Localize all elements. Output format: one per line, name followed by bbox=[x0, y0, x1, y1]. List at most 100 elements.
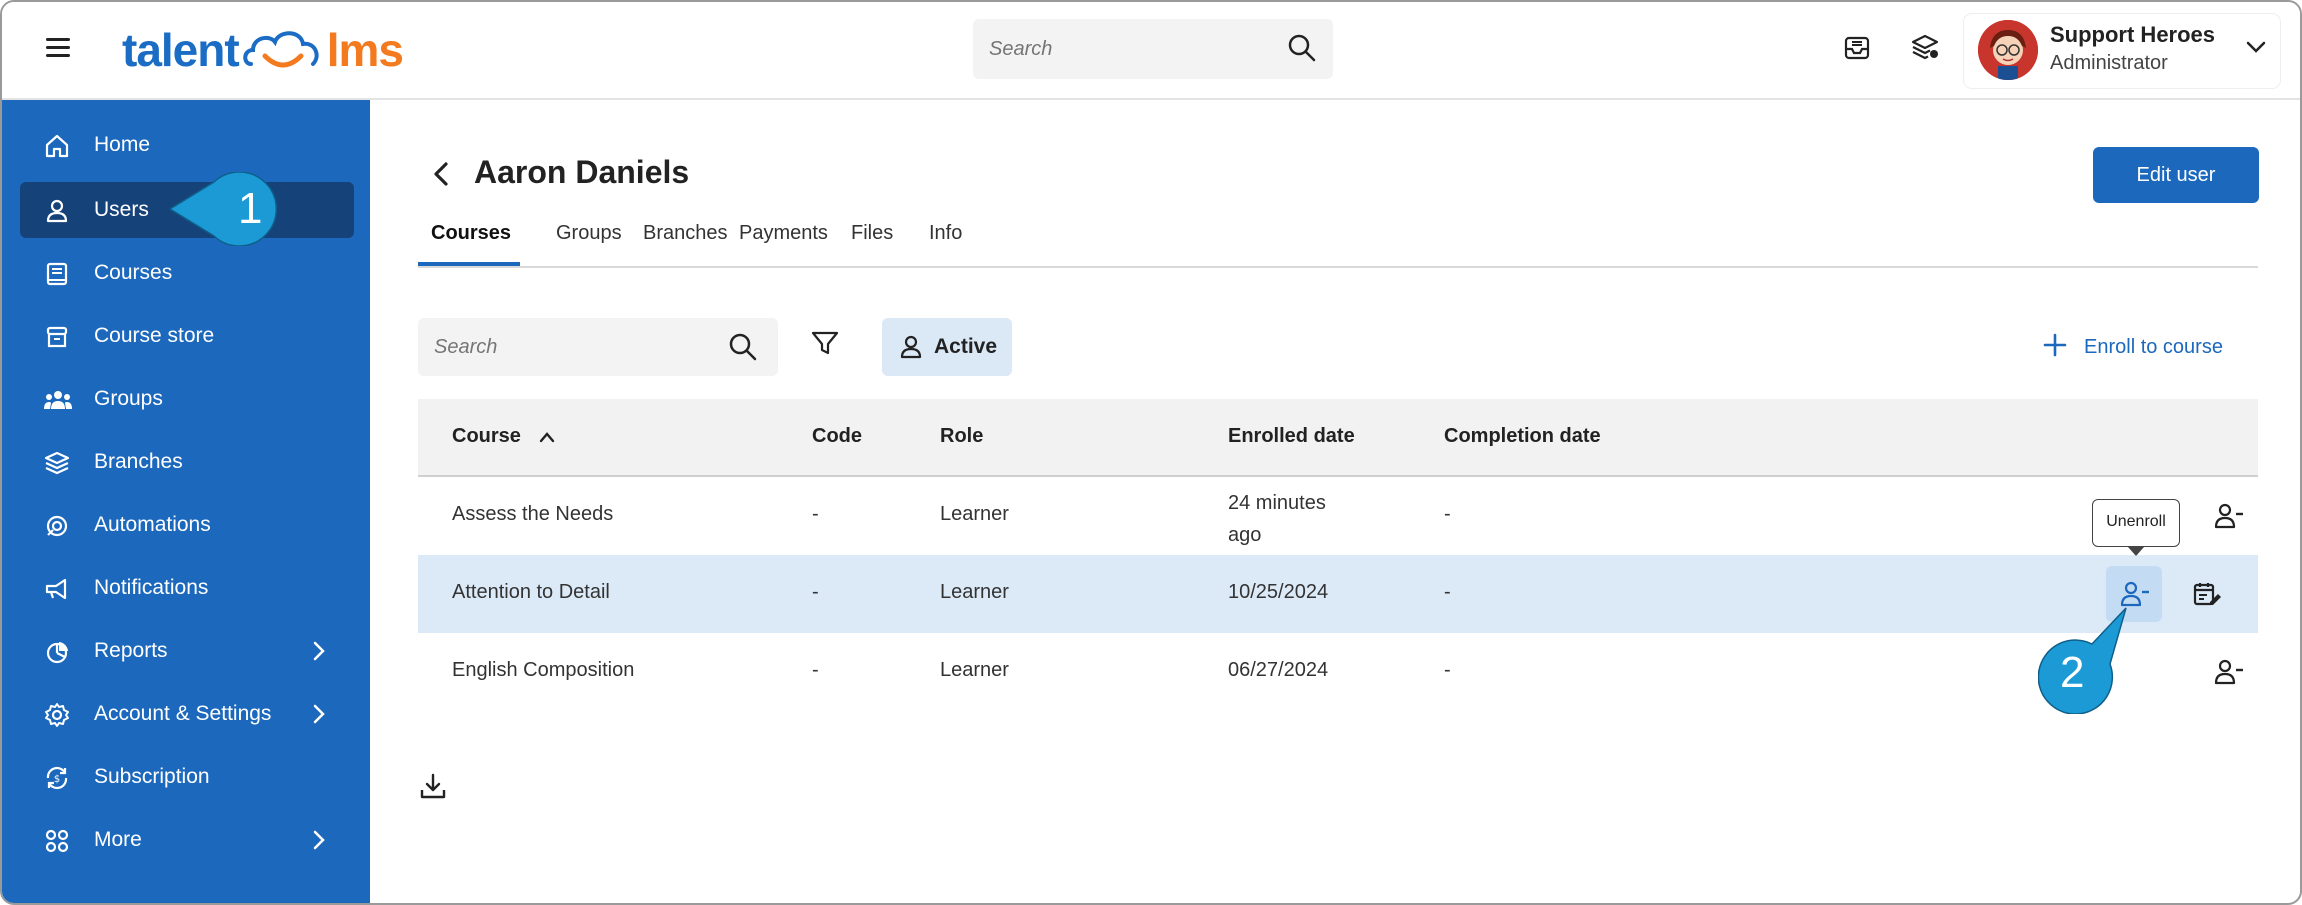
avatar bbox=[1978, 20, 2038, 80]
enroll-to-course-label: Enroll to course bbox=[2084, 336, 2223, 358]
user-icon bbox=[898, 334, 924, 365]
app-window: talent lms Search Support Heroes Adminis… bbox=[0, 0, 2302, 905]
back-arrow-icon[interactable] bbox=[428, 160, 456, 188]
logo[interactable]: talent lms bbox=[122, 20, 404, 80]
user-icon bbox=[44, 198, 70, 224]
edit-enrollment-button[interactable] bbox=[2178, 566, 2234, 622]
search-icon[interactable] bbox=[1287, 33, 1317, 68]
sidebar-item-label: Account & Settings bbox=[94, 702, 272, 725]
step-callout-1: 1 bbox=[168, 171, 290, 247]
cell-completion-date: - bbox=[1444, 581, 1451, 603]
search-icon[interactable] bbox=[728, 332, 758, 367]
global-search-input[interactable] bbox=[989, 33, 1269, 65]
megaphone-icon bbox=[44, 576, 70, 602]
sidebar-item-label: Reports bbox=[94, 639, 168, 662]
cell-course: Assess the Needs bbox=[452, 503, 614, 525]
column-header-enrolled-date[interactable]: Enrolled date bbox=[1228, 425, 1355, 448]
unenroll-button[interactable] bbox=[2200, 488, 2256, 544]
download-icon[interactable] bbox=[418, 772, 454, 808]
sidebar-item-groups[interactable]: Groups bbox=[20, 371, 354, 427]
cell-enrolled-date-line: ago bbox=[1228, 524, 1262, 546]
tab-files[interactable]: Files bbox=[851, 222, 893, 245]
menu-icon[interactable] bbox=[46, 36, 74, 60]
status-filter-label: Active bbox=[934, 335, 998, 358]
course-search-input[interactable] bbox=[434, 330, 704, 364]
chevron-right-icon bbox=[312, 704, 326, 730]
cell-code: - bbox=[812, 503, 819, 525]
user-role: Administrator bbox=[2050, 52, 2168, 74]
sidebar-item-more[interactable]: More bbox=[20, 812, 354, 868]
step-callout-number: 1 bbox=[238, 184, 263, 233]
subscription-icon: $ bbox=[44, 765, 70, 791]
table-row[interactable]: Attention to Detail - Learner 10/25/2024… bbox=[418, 555, 2258, 633]
user-name: Support Heroes bbox=[2050, 22, 2216, 47]
cell-enrolled-date: 24 minutes ago bbox=[1228, 487, 1326, 551]
main-content: Aaron Daniels Edit user Courses Groups B… bbox=[370, 100, 2300, 903]
column-header-role[interactable]: Role bbox=[940, 425, 983, 448]
status-filter-active[interactable]: Active bbox=[882, 318, 1012, 376]
sidebar-item-label: More bbox=[94, 828, 142, 851]
cell-role: Learner bbox=[940, 659, 1009, 681]
sidebar-item-courses[interactable]: Courses bbox=[20, 245, 354, 301]
sidebar-item-automations[interactable]: Automations bbox=[20, 497, 354, 553]
sidebar-item-branches[interactable]: Branches bbox=[20, 434, 354, 490]
column-header-completion-date[interactable]: Completion date bbox=[1444, 425, 1601, 448]
sidebar-item-label: Home bbox=[94, 133, 151, 156]
tab-info[interactable]: Info bbox=[929, 222, 962, 245]
sidebar-item-reports[interactable]: Reports bbox=[20, 623, 354, 679]
cloud-logo-icon bbox=[242, 31, 319, 68]
column-header-code[interactable]: Code bbox=[812, 425, 862, 448]
sidebar-item-course-store[interactable]: Course store bbox=[20, 308, 354, 364]
layers-icon bbox=[44, 450, 70, 476]
cell-enrolled-date: 06/27/2024 bbox=[1228, 659, 1329, 681]
table-row[interactable]: Assess the Needs - Learner 24 minutes ag… bbox=[418, 477, 2258, 555]
column-header-course[interactable]: Course bbox=[452, 425, 556, 448]
cell-role: Learner bbox=[940, 581, 1009, 603]
cell-completion-date: - bbox=[1444, 659, 1451, 681]
sidebar-item-label: Users bbox=[94, 198, 149, 221]
unenroll-tooltip: Unenroll bbox=[2092, 499, 2180, 547]
cell-enrolled-date-line: 24 minutes bbox=[1228, 492, 1326, 514]
tab-payments[interactable]: Payments bbox=[739, 222, 828, 245]
page-title: Aaron Daniels bbox=[474, 154, 690, 190]
step-callout-number: 2 bbox=[2060, 648, 2085, 697]
course-search bbox=[418, 318, 778, 376]
sidebar-item-label: Subscription bbox=[94, 765, 210, 788]
store-icon bbox=[44, 324, 70, 350]
stack-settings-icon[interactable] bbox=[1910, 32, 1944, 66]
user-minus-icon bbox=[2214, 659, 2243, 685]
sidebar-item-home[interactable]: Home bbox=[20, 117, 354, 173]
sidebar-item-account-settings[interactable]: Account & Settings bbox=[20, 686, 354, 742]
user-menu[interactable]: Support Heroes Administrator bbox=[1964, 14, 2280, 88]
user-minus-icon bbox=[2214, 503, 2243, 529]
gear-icon bbox=[44, 702, 70, 728]
step-callout-2: 2 bbox=[2037, 606, 2130, 715]
cell-completion-date: - bbox=[1444, 503, 1451, 525]
chevron-right-icon bbox=[312, 830, 326, 856]
sidebar-item-label: Groups bbox=[94, 387, 163, 410]
sidebar-item-notifications[interactable]: Notifications bbox=[20, 560, 354, 616]
inbox-icon[interactable] bbox=[1842, 32, 1876, 66]
cell-code: - bbox=[812, 581, 819, 603]
sidebar-item-label: Branches bbox=[94, 450, 183, 473]
table-header: Course Code Role Enrolled date Completio… bbox=[418, 399, 2258, 477]
sidebar-item-subscription[interactable]: $ Subscription bbox=[20, 749, 354, 805]
global-search bbox=[973, 19, 1333, 79]
column-header-label: Course bbox=[452, 425, 521, 447]
plus-icon bbox=[2042, 332, 2068, 364]
logo-text-left: talent bbox=[122, 24, 240, 76]
sidebar-item-label: Automations bbox=[94, 513, 211, 536]
tooltip-arrow bbox=[2128, 547, 2144, 556]
unenroll-button[interactable] bbox=[2200, 644, 2256, 700]
tab-groups[interactable]: Groups bbox=[556, 222, 622, 245]
tab-branches[interactable]: Branches bbox=[643, 222, 728, 245]
edit-user-button[interactable]: Edit user bbox=[2093, 147, 2259, 203]
cell-course: English Composition bbox=[452, 659, 635, 681]
user-minus-icon bbox=[2120, 581, 2149, 607]
home-icon bbox=[44, 133, 70, 159]
tab-courses[interactable]: Courses bbox=[431, 222, 511, 245]
groups-icon bbox=[44, 387, 72, 413]
table-row[interactable]: English Composition - Learner 06/27/2024… bbox=[418, 633, 2258, 711]
cell-code: - bbox=[812, 659, 819, 681]
filter-icon[interactable] bbox=[810, 328, 846, 364]
